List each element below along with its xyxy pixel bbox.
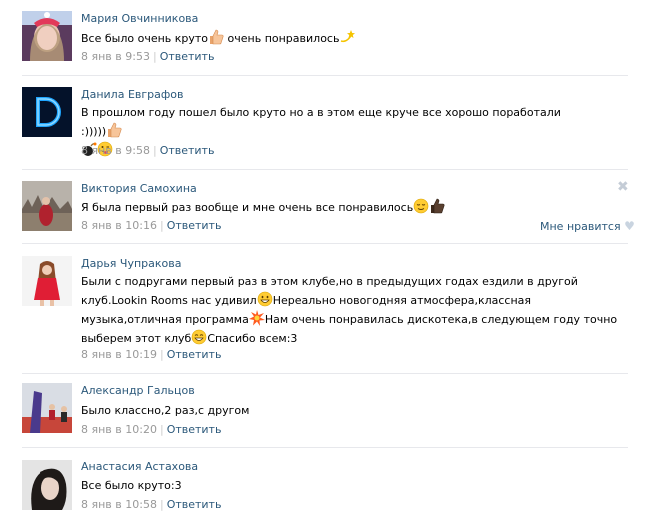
comment-date[interactable]: 8 янв в 10:58	[81, 498, 157, 511]
comment-meta: 8 янв в 10:19 | Ответить	[81, 348, 221, 361]
reply-link[interactable]: Ответить	[167, 219, 222, 232]
comment-author[interactable]: Александр Гальцов	[81, 384, 195, 397]
thumbs-up-dark-emoji-icon	[429, 198, 445, 214]
divider	[22, 243, 628, 244]
comment-author[interactable]: Анастасия Астахова	[81, 460, 198, 473]
relieved-face-emoji-icon	[413, 198, 429, 214]
avatar[interactable]	[22, 87, 72, 137]
divider	[22, 75, 628, 76]
comment-author[interactable]: Дарья Чупракова	[81, 257, 181, 270]
avatar[interactable]	[22, 383, 72, 433]
divider	[22, 169, 628, 170]
avatar[interactable]	[22, 460, 72, 510]
comment-date[interactable]: 8 янв в 10:20	[81, 423, 157, 436]
close-icon[interactable]: ✖	[617, 179, 629, 195]
reply-link[interactable]: Ответить	[167, 348, 222, 361]
comment-meta: 8 янв в 9:58 | Ответить	[81, 144, 214, 157]
comment-text: Я была первый раз вообще и мне очень все…	[81, 198, 561, 217]
comment-meta: 8 янв в 10:58 | Ответить	[81, 498, 221, 511]
avatar[interactable]	[22, 256, 72, 306]
comment-author[interactable]: Виктория Самохина	[81, 182, 197, 195]
separator: |	[152, 50, 157, 63]
separator: |	[159, 219, 164, 232]
reply-link[interactable]: Ответить	[160, 50, 215, 63]
comment-text: Все было очень круто очень понравилось	[81, 29, 561, 48]
divider	[22, 373, 628, 374]
comment-text: Были с подругами первый раз в этом клубе…	[81, 275, 618, 345]
reply-link[interactable]: Ответить	[160, 144, 215, 157]
like-button[interactable]: Мне нравится ♥	[540, 219, 635, 233]
comment-date[interactable]: 8 янв в 9:53	[81, 50, 150, 63]
separator: |	[159, 348, 164, 361]
thumbs-up-emoji-icon	[106, 122, 122, 138]
comment-date[interactable]: 8 янв в 9:58	[81, 144, 150, 157]
avatar[interactable]	[22, 181, 72, 231]
dizzy-emoji-icon	[339, 29, 356, 45]
reply-link[interactable]: Ответить	[167, 498, 222, 511]
heart-icon: ♥	[624, 219, 635, 233]
comment-meta: 8 янв в 10:20 | Ответить	[81, 423, 221, 436]
comment-date[interactable]: 8 янв в 10:16	[81, 219, 157, 232]
separator: |	[159, 423, 164, 436]
comment-meta: 8 янв в 10:16 | Ответить	[81, 219, 221, 232]
comment-text: Было классно,2 раз,с другом	[81, 404, 250, 417]
comment-author[interactable]: Данила Евграфов	[81, 88, 184, 101]
separator: |	[152, 144, 157, 157]
smiling-face-emoji-icon	[191, 329, 207, 345]
reply-link[interactable]: Ответить	[167, 423, 222, 436]
comment-meta: 8 янв в 9:53 | Ответить	[81, 50, 214, 63]
comment-author[interactable]: Мария Овчинникова	[81, 12, 198, 25]
comment-date[interactable]: 8 янв в 10:19	[81, 348, 157, 361]
grinning-face-emoji-icon	[257, 291, 273, 307]
thumbs-up-emoji-icon	[208, 29, 224, 45]
like-label: Мне нравится	[540, 220, 621, 233]
avatar[interactable]	[22, 11, 72, 61]
divider	[22, 447, 628, 448]
collision-emoji-icon	[248, 310, 265, 326]
comment-text: Все было круто:3	[81, 479, 182, 492]
separator: |	[159, 498, 164, 511]
